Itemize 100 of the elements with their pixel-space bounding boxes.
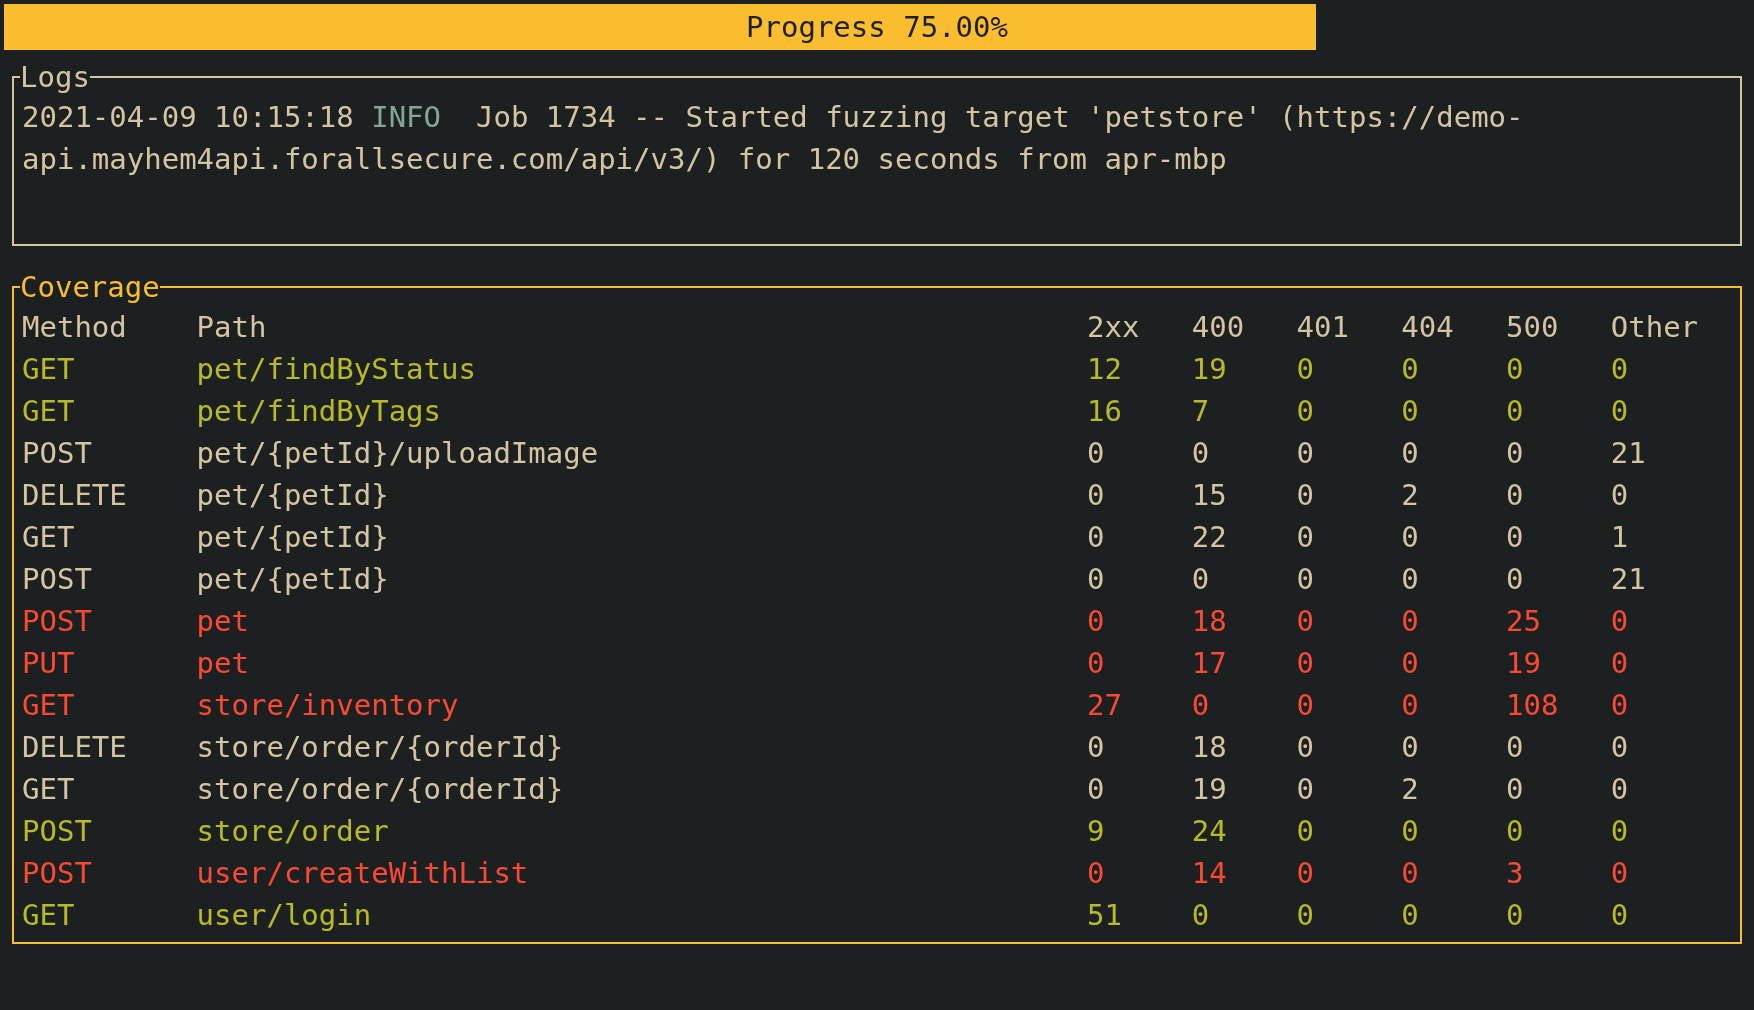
count-cell-text: 12 [1087,351,1123,388]
count-cell-text: 0 [1610,813,1630,850]
column-header: 404 [1401,309,1455,346]
count-cell-text: 0 [1087,519,1106,556]
count-cell-text: 0 [1087,603,1106,640]
count-cell-text: 0 [1610,897,1630,934]
count-cell-text: 7 [1191,393,1211,430]
count-cell-text: 17 [1191,645,1228,682]
method-cell-text: POST [22,561,93,598]
column-header: Method [22,309,128,346]
column-header: 400 [1191,309,1246,346]
count-cell-text: 0 [1191,687,1211,724]
path-cell-text: pet/{petId} [196,477,390,514]
log-line: 2021-04-09 10:15:18 INFO Job 1734 -- Started fuzzing target 'petstore' (https://demo-api.mayhem4api.forallsecure.com/api/v3/) for 120 seconds from apr-mbp [22,99,1525,178]
count-cell-text: 21 [1610,561,1647,598]
count-cell-text: 0 [1087,855,1106,892]
count-cell-text: 0 [1401,729,1420,766]
count-cell-text: 24 [1191,813,1228,850]
count-cell-text: 27 [1087,687,1123,724]
count-cell-text: 0 [1610,687,1630,724]
column-header: 500 [1506,309,1560,346]
count-cell-text: 0 [1191,561,1211,598]
count-cell-text: 108 [1506,687,1560,724]
count-cell-text: 1 [1610,519,1630,556]
count-cell-text: 0 [1401,393,1420,430]
count-cell-text: 0 [1087,645,1106,682]
count-cell-text: 21 [1610,435,1647,472]
count-cell-text: 15 [1191,477,1228,514]
count-cell-text: 0 [1296,351,1315,388]
column-header: 401 [1296,309,1350,346]
count-cell-text: 3 [1506,855,1525,892]
count-cell-text: 18 [1191,729,1228,766]
count-cell-text: 9 [1087,813,1106,850]
progress-label: Progress 75.00% [746,9,1008,46]
path-cell-text: pet/{petId}/uploadImage [196,435,600,472]
count-cell-text: 14 [1191,855,1228,892]
count-cell-text: 0 [1610,477,1630,514]
method-cell-text: GET [22,897,76,934]
count-cell-text: 19 [1191,771,1228,808]
method-cell-text: GET [22,351,76,388]
path-cell-text: user/createWithList [196,855,530,892]
count-cell-text: 0 [1087,477,1106,514]
count-cell-text: 0 [1296,435,1315,472]
count-cell-text: 0 [1296,561,1315,598]
count-cell-text: 0 [1401,519,1420,556]
path-cell-text: store/order/{orderId} [196,771,565,808]
column-header: Path [196,309,268,346]
method-cell-text: GET [22,771,76,808]
path-cell-text: store/order [196,813,390,850]
count-cell-text: 0 [1296,687,1315,724]
count-cell-text: 0 [1296,771,1315,808]
count-cell-text: 0 [1506,813,1525,850]
count-cell-text: 0 [1191,897,1211,934]
count-cell-text: 0 [1506,561,1525,598]
count-cell-text: 0 [1610,645,1630,682]
count-cell-text: 51 [1087,897,1123,934]
count-cell-text: 0 [1401,561,1420,598]
count-cell-text: 0 [1610,393,1630,430]
count-cell-text: 0 [1296,897,1315,934]
path-cell-text: pet [196,645,250,682]
column-header: Other [1610,309,1700,346]
method-cell-text: GET [22,519,76,556]
count-cell-text: 22 [1191,519,1228,556]
method-cell-text: DELETE [22,729,128,766]
count-cell-text: 0 [1296,813,1315,850]
count-cell-text: 0 [1296,855,1315,892]
count-cell-text: 0 [1506,435,1525,472]
count-cell-text: 0 [1296,729,1315,766]
count-cell-text: 0 [1506,729,1525,766]
count-cell-text: 0 [1401,645,1420,682]
column-header: 2xx [1087,309,1141,346]
count-cell-text: 0 [1506,393,1525,430]
count-cell-text: 19 [1506,645,1542,682]
count-cell-text: 18 [1191,603,1228,640]
count-cell-text: 25 [1506,603,1542,640]
method-cell-text: DELETE [22,477,128,514]
method-cell-text: GET [22,393,76,430]
method-cell-text: POST [22,855,93,892]
count-cell-text: 2 [1401,477,1420,514]
count-cell-text: 0 [1401,351,1420,388]
path-cell-text: pet/findByStatus [196,351,477,388]
count-cell-text: 0 [1506,897,1525,934]
count-cell-text: 0 [1506,477,1525,514]
count-cell-text: 0 [1296,477,1315,514]
count-cell-text: 0 [1610,351,1630,388]
count-cell-text: 0 [1087,771,1106,808]
count-cell-text: 0 [1506,771,1525,808]
count-cell-text: 0 [1087,561,1106,598]
count-cell-text: 0 [1401,603,1420,640]
method-cell-text: POST [22,813,93,850]
count-cell-text: 19 [1191,351,1228,388]
count-cell-text: 0 [1506,351,1525,388]
count-cell-text: 0 [1610,729,1630,766]
count-cell-text: 0 [1610,771,1630,808]
path-cell-text: store/order/{orderId} [196,729,565,766]
path-cell-text: pet [196,603,250,640]
count-cell-text: 0 [1401,855,1420,892]
count-cell-text: 16 [1087,393,1123,430]
count-cell-text: 0 [1610,855,1630,892]
count-cell-text: 0 [1401,687,1420,724]
